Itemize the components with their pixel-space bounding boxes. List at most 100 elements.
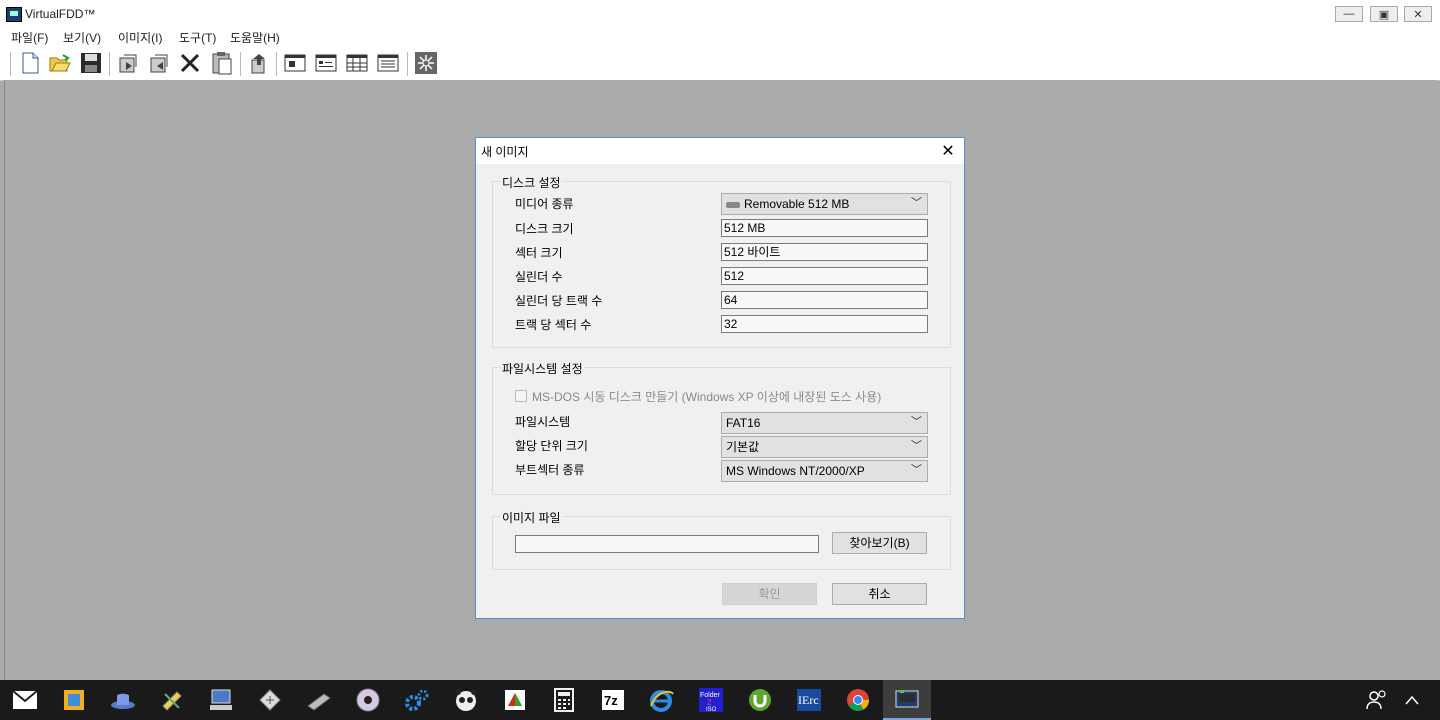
mail-icon[interactable] xyxy=(10,685,40,715)
toolbar-separator xyxy=(10,52,11,76)
svg-text:IErc: IErc xyxy=(798,693,819,707)
media-type-select[interactable]: Removable 512 MB ﹀ xyxy=(721,193,928,215)
utorrent-icon[interactable] xyxy=(745,685,775,715)
view-list-icon[interactable] xyxy=(345,51,369,75)
toolbar-separator xyxy=(276,52,277,76)
filesystem-select[interactable]: FAT16 ﹀ xyxy=(721,412,928,434)
export-icon[interactable] xyxy=(247,51,271,75)
folder2iso-icon[interactable]: Folder 2 ISO xyxy=(696,685,726,715)
close-icon: ✕ xyxy=(941,143,955,160)
dialog-title-bar: 새 이미지 ✕ xyxy=(476,138,964,164)
new-image-dialog: 새 이미지 ✕ 디스크 설정 미디어 종류 Removable 512 MB ﹀… xyxy=(475,137,965,619)
cluster-size-value: 기본값 xyxy=(726,440,760,454)
close-icon: ✕ xyxy=(1413,8,1423,21)
group-label: 디스크 설정 xyxy=(501,174,562,191)
app-title: VirtualFDD™ xyxy=(25,7,96,21)
toolbar-separator xyxy=(407,52,408,76)
new-icon[interactable] xyxy=(18,51,42,75)
extract-icon[interactable] xyxy=(115,51,139,75)
svg-text:7z: 7z xyxy=(604,693,618,708)
chrome-icon[interactable] xyxy=(843,685,873,715)
toolbar-separator xyxy=(109,52,110,76)
cluster-size-label: 할당 단위 크기 xyxy=(515,439,588,453)
menu-view[interactable]: 보기(V) xyxy=(63,29,101,46)
office-icon[interactable] xyxy=(500,685,530,715)
menu-bar: 파일(F) 보기(V) 이미지(I) 도구(T) 도움말(H) xyxy=(0,28,1440,46)
people-icon[interactable] xyxy=(1362,685,1392,715)
sector-size-label: 섹터 크기 xyxy=(515,246,563,260)
browse-button[interactable]: 찾아보기(B) xyxy=(832,532,927,554)
gear-icon[interactable] xyxy=(402,685,432,715)
tag-icon[interactable] xyxy=(255,685,285,715)
drive-icon xyxy=(726,201,740,208)
insert-icon[interactable] xyxy=(146,51,170,75)
menu-tools[interactable]: 도구(T) xyxy=(179,29,216,46)
cylinders-label: 실린더 수 xyxy=(515,270,563,284)
image-path-field[interactable] xyxy=(515,535,819,553)
tracks-per-cylinder-label: 실린더 당 트랙 수 xyxy=(515,294,603,308)
view-small-icon[interactable] xyxy=(314,51,338,75)
ok-button[interactable]: 확인 xyxy=(722,583,817,605)
minimize-button[interactable]: — xyxy=(1335,6,1363,22)
restore-button[interactable]: ▣ xyxy=(1370,6,1398,22)
restore-icon: ▣ xyxy=(1378,8,1390,21)
media-type-value: Removable 512 MB xyxy=(744,197,850,211)
toolbar xyxy=(0,46,1440,81)
dialog-title: 새 이미지 xyxy=(481,145,529,159)
taskbar: 7z Folder 2 ISO IErc xyxy=(0,680,1440,720)
msdos-boot-checkbox[interactable] xyxy=(515,390,527,402)
menu-help[interactable]: 도움말(H) xyxy=(230,29,280,46)
dialog-close-button[interactable]: ✕ xyxy=(938,141,958,161)
cluster-size-select[interactable]: 기본값 ﹀ xyxy=(721,436,928,458)
calculator-icon[interactable] xyxy=(549,685,579,715)
group-label: 파일시스템 설정 xyxy=(501,360,584,377)
view-large-icon[interactable] xyxy=(283,51,307,75)
media-type-label: 미디어 종류 xyxy=(515,197,574,211)
paste-icon[interactable] xyxy=(210,51,234,75)
svg-text:ISO: ISO xyxy=(706,707,717,713)
filesystem-label: 파일시스템 xyxy=(515,415,571,429)
svg-text:2: 2 xyxy=(707,698,712,707)
toolbar-separator xyxy=(240,52,241,76)
hat-icon[interactable] xyxy=(108,685,138,715)
settings-icon[interactable] xyxy=(414,51,438,75)
7zip-icon[interactable]: 7z xyxy=(598,685,628,715)
computer-icon[interactable] xyxy=(206,685,236,715)
virtualfdd-icon[interactable] xyxy=(883,680,931,720)
explorer-icon[interactable] xyxy=(59,685,89,715)
usb-icon[interactable] xyxy=(304,685,334,715)
scroll-icon[interactable] xyxy=(157,685,187,715)
sectors-per-track-label: 트랙 당 섹터 수 xyxy=(515,318,592,332)
view-detail-icon[interactable] xyxy=(376,51,400,75)
msdos-boot-label: MS-DOS 시동 디스크 만들기 (Windows XP 이상에 내장된 도스… xyxy=(532,390,882,404)
close-window-button[interactable]: ✕ xyxy=(1404,6,1432,22)
save-icon[interactable] xyxy=(79,51,103,75)
title-bar: VirtualFDD™ — ▣ ✕ xyxy=(0,0,1440,28)
chevron-down-icon: ﹀ xyxy=(911,416,922,428)
ierc-icon[interactable]: IErc xyxy=(794,685,824,715)
minimize-icon: — xyxy=(1343,8,1355,20)
delete-icon[interactable] xyxy=(178,51,202,75)
disc-icon[interactable] xyxy=(353,685,383,715)
ie-icon[interactable] xyxy=(647,685,677,715)
sector-size-field[interactable]: 512 바이트 xyxy=(721,243,928,261)
menu-file[interactable]: 파일(F) xyxy=(11,29,48,46)
filesystem-value: FAT16 xyxy=(726,416,761,430)
cancel-button[interactable]: 취소 xyxy=(832,583,927,605)
chevron-down-icon: ﹀ xyxy=(911,440,922,452)
boot-sector-value: MS Windows NT/2000/XP xyxy=(726,464,865,478)
chevron-down-icon: ﹀ xyxy=(911,464,922,476)
open-icon[interactable] xyxy=(48,51,72,75)
disk-size-field[interactable]: 512 MB xyxy=(721,219,928,237)
chevron-down-icon: ﹀ xyxy=(911,197,922,209)
boot-sector-label: 부트섹터 종류 xyxy=(515,463,585,477)
cylinders-field[interactable]: 512 xyxy=(721,267,928,285)
menu-image[interactable]: 이미지(I) xyxy=(118,29,162,46)
panda-icon[interactable] xyxy=(451,685,481,715)
chevron-up-icon[interactable] xyxy=(1397,685,1427,715)
app-icon xyxy=(6,7,22,22)
boot-sector-select[interactable]: MS Windows NT/2000/XP ﹀ xyxy=(721,460,928,482)
disk-size-label: 디스크 크기 xyxy=(515,222,574,236)
tracks-per-cylinder-field[interactable]: 64 xyxy=(721,291,928,309)
sectors-per-track-field[interactable]: 32 xyxy=(721,315,928,333)
